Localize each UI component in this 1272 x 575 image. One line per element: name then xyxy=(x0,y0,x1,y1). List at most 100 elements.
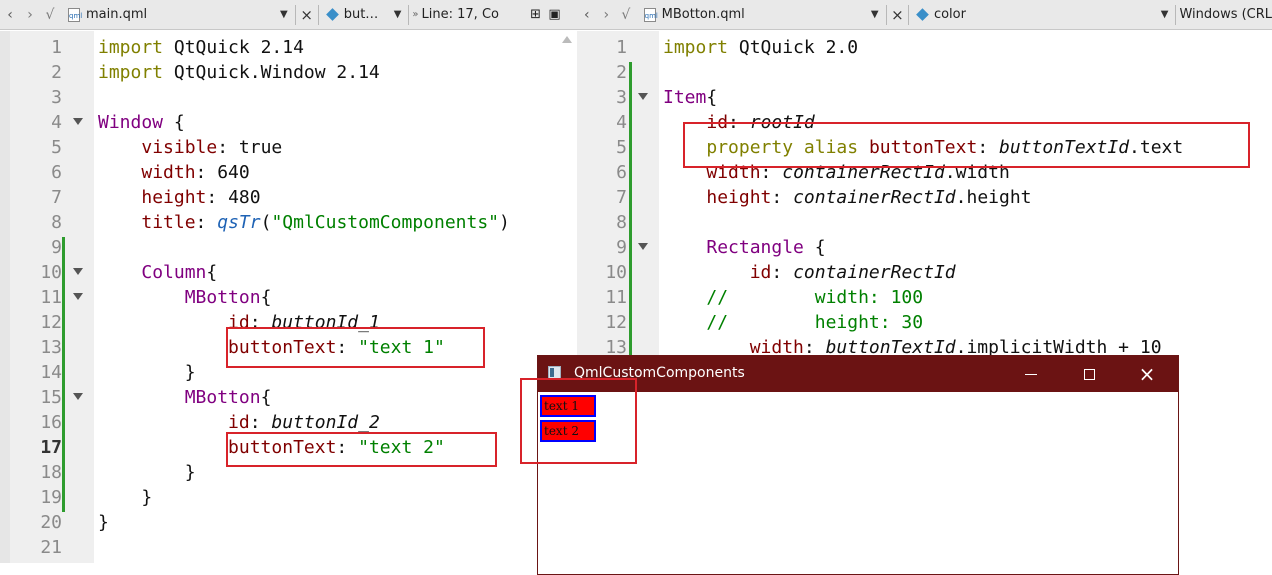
code-token: import xyxy=(98,62,164,83)
main-qml-editor[interactable]: 1 import QtQuick 2.14 2 import QtQuick.Wind… xyxy=(0,31,577,563)
dropdown-arrow-icon[interactable]: ▼ xyxy=(394,9,402,20)
line-number: 4 xyxy=(616,112,627,133)
highlight-box xyxy=(520,378,637,464)
minimize-icon[interactable] xyxy=(1002,356,1060,392)
code-line[interactable]: 10 Column{ xyxy=(0,260,577,285)
code-token: buttonId_2 xyxy=(271,412,380,433)
chevron-left-icon[interactable]: ‹ xyxy=(0,0,20,29)
code-token: : xyxy=(771,187,794,208)
right-editor-toolbar: ‹ › √ qml MBotton.qml ▼ × color ▼ Window… xyxy=(577,0,1272,30)
fold-arrow-icon[interactable] xyxy=(73,293,83,300)
line-number: 5 xyxy=(616,137,627,158)
chevron-right-icon[interactable]: › xyxy=(597,0,617,29)
line-number: 14 xyxy=(40,362,62,383)
code-line[interactable]: 11 // width: 100 xyxy=(577,285,1272,310)
split-icon[interactable]: ⊞ xyxy=(526,0,546,29)
line-number: 2 xyxy=(616,62,627,83)
file-selector[interactable]: main.qml xyxy=(86,0,276,29)
code-line[interactable]: 8 title: qsTr("QmlCustomComponents") xyxy=(0,210,577,235)
code-line[interactable]: 10 id: containerRectId xyxy=(577,260,1272,285)
code-line[interactable]: 20} xyxy=(0,510,577,535)
code-line[interactable]: 2 import QtQuick.Window 2.14 xyxy=(0,60,577,85)
code-token: } xyxy=(98,362,196,383)
code-line[interactable]: 12 // height: 30 xyxy=(577,310,1272,335)
encoding-label: Windows (CRL xyxy=(1179,7,1272,22)
fold-arrow-icon[interactable] xyxy=(73,268,83,275)
line-number: 9 xyxy=(51,237,62,258)
maximize-icon[interactable] xyxy=(1060,356,1118,392)
code-line[interactable]: 8 xyxy=(577,210,1272,235)
fold-arrow-icon[interactable] xyxy=(73,118,83,125)
dropdown-arrow-icon[interactable]: ▼ xyxy=(280,9,288,20)
code-token: containerRectId xyxy=(793,262,956,283)
code-line[interactable]: 1 import QtQuick 2.0 xyxy=(577,35,1272,60)
code-text: } xyxy=(98,485,152,510)
qml-file-icon: qml xyxy=(68,7,82,22)
code-token: Column xyxy=(141,262,207,283)
symbol-diamond-icon xyxy=(325,8,339,21)
close-icon[interactable]: × xyxy=(890,0,906,29)
code-token: qsTr xyxy=(217,212,261,233)
encoding-selector[interactable]: Windows (CRL xyxy=(1179,0,1272,29)
divider xyxy=(885,4,887,25)
code-line[interactable]: 7 height: 480 xyxy=(0,185,577,210)
lock-icon[interactable]: √ xyxy=(616,0,636,29)
dropdown-arrow-icon[interactable]: ▼ xyxy=(871,9,879,20)
line-number: 9 xyxy=(616,237,627,258)
code-text: height: containerRectId.height xyxy=(663,185,1031,210)
code-line[interactable]: 9 xyxy=(0,235,577,260)
code-line[interactable]: 7 height: containerRectId.height xyxy=(577,185,1272,210)
symbol-selector[interactable]: but… xyxy=(344,0,390,29)
line-number: 11 xyxy=(40,287,62,308)
lock-icon[interactable]: √ xyxy=(40,0,60,29)
code-line[interactable]: 4 Window { xyxy=(0,110,577,135)
line-number: 18 xyxy=(40,462,62,483)
code-token: title xyxy=(141,212,196,233)
close-split-icon[interactable]: ▣ xyxy=(546,0,564,29)
symbol-selector[interactable]: color xyxy=(934,0,1157,29)
cursor-position[interactable]: Line: 17, Co xyxy=(422,0,526,29)
code-token: ( xyxy=(260,212,272,233)
code-line[interactable]: 5 visible: true xyxy=(0,135,577,160)
fold-arrow-icon[interactable] xyxy=(638,243,648,250)
code-token: height xyxy=(706,187,772,208)
code-line[interactable]: 3 xyxy=(0,85,577,110)
line-number: 8 xyxy=(616,212,627,233)
file-selector[interactable]: MBotton.qml xyxy=(662,0,867,29)
code-token: id xyxy=(749,262,772,283)
code-line[interactable]: 6 width: 640 xyxy=(0,160,577,185)
fold-arrow-icon[interactable] xyxy=(73,393,83,400)
code-token: QtQuick 2.14 xyxy=(163,37,304,58)
code-line[interactable]: 2 xyxy=(577,60,1272,85)
code-token: : 480 xyxy=(206,187,261,208)
code-token: // height: 30 xyxy=(706,312,924,333)
line-number: 4 xyxy=(51,112,62,133)
close-icon[interactable]: × xyxy=(299,0,315,29)
divider xyxy=(408,4,410,25)
fold-arrow-icon[interactable] xyxy=(638,93,648,100)
dropdown-arrow-icon[interactable]: ▼ xyxy=(1161,9,1169,20)
code-line[interactable]: 11 MBotton{ xyxy=(0,285,577,310)
code-text: } xyxy=(98,460,196,485)
code-text: Column{ xyxy=(98,260,217,285)
code-line[interactable]: 15 MBotton{ xyxy=(0,385,577,410)
code-line[interactable]: 21 xyxy=(0,535,577,560)
code-line[interactable]: 9 Rectangle { xyxy=(577,235,1272,260)
code-line[interactable]: 19 } xyxy=(0,485,577,510)
code-token: { xyxy=(260,287,272,308)
chevron-right-icon[interactable]: › xyxy=(20,0,40,29)
code-line[interactable]: 3 Item{ xyxy=(577,85,1272,110)
code-line[interactable]: 1 import QtQuick 2.14 xyxy=(0,35,577,60)
chevron-left-icon[interactable]: ‹ xyxy=(577,0,597,29)
file-name: main.qml xyxy=(86,7,148,22)
code-token: { xyxy=(803,237,826,258)
close-window-icon[interactable]: × xyxy=(1118,356,1176,392)
